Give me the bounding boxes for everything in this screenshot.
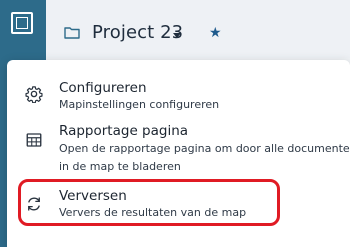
table-icon [26, 133, 42, 147]
folder-icon [64, 27, 80, 39]
menu-item-rapportage-pagina[interactable]: Rapportage pagina Open de rapportage pag… [7, 116, 350, 178]
highlight-annotation [18, 179, 280, 226]
menu-item-configureren[interactable]: Configureren Mapinstellingen configurere… [7, 60, 350, 116]
context-menu: Configureren Mapinstellingen configurere… [7, 60, 350, 247]
menu-item-description-line1: Open de rapportage pagina om door alle d… [59, 142, 350, 155]
gear-icon [25, 86, 43, 103]
star-icon[interactable]: ★ [209, 25, 222, 41]
project-title[interactable]: Project 23 [92, 22, 183, 43]
menu-item-title: Configureren [59, 80, 147, 96]
caret-down-icon[interactable] [173, 33, 181, 38]
menu-item-title: Rapportage pagina [59, 123, 189, 139]
square-app-icon[interactable] [11, 12, 33, 34]
menu-item-description: Mapinstellingen configureren [59, 98, 220, 111]
header: Project 23 ★ [46, 0, 350, 58]
menu-item-description-line2: in de map te bladeren [59, 160, 181, 173]
